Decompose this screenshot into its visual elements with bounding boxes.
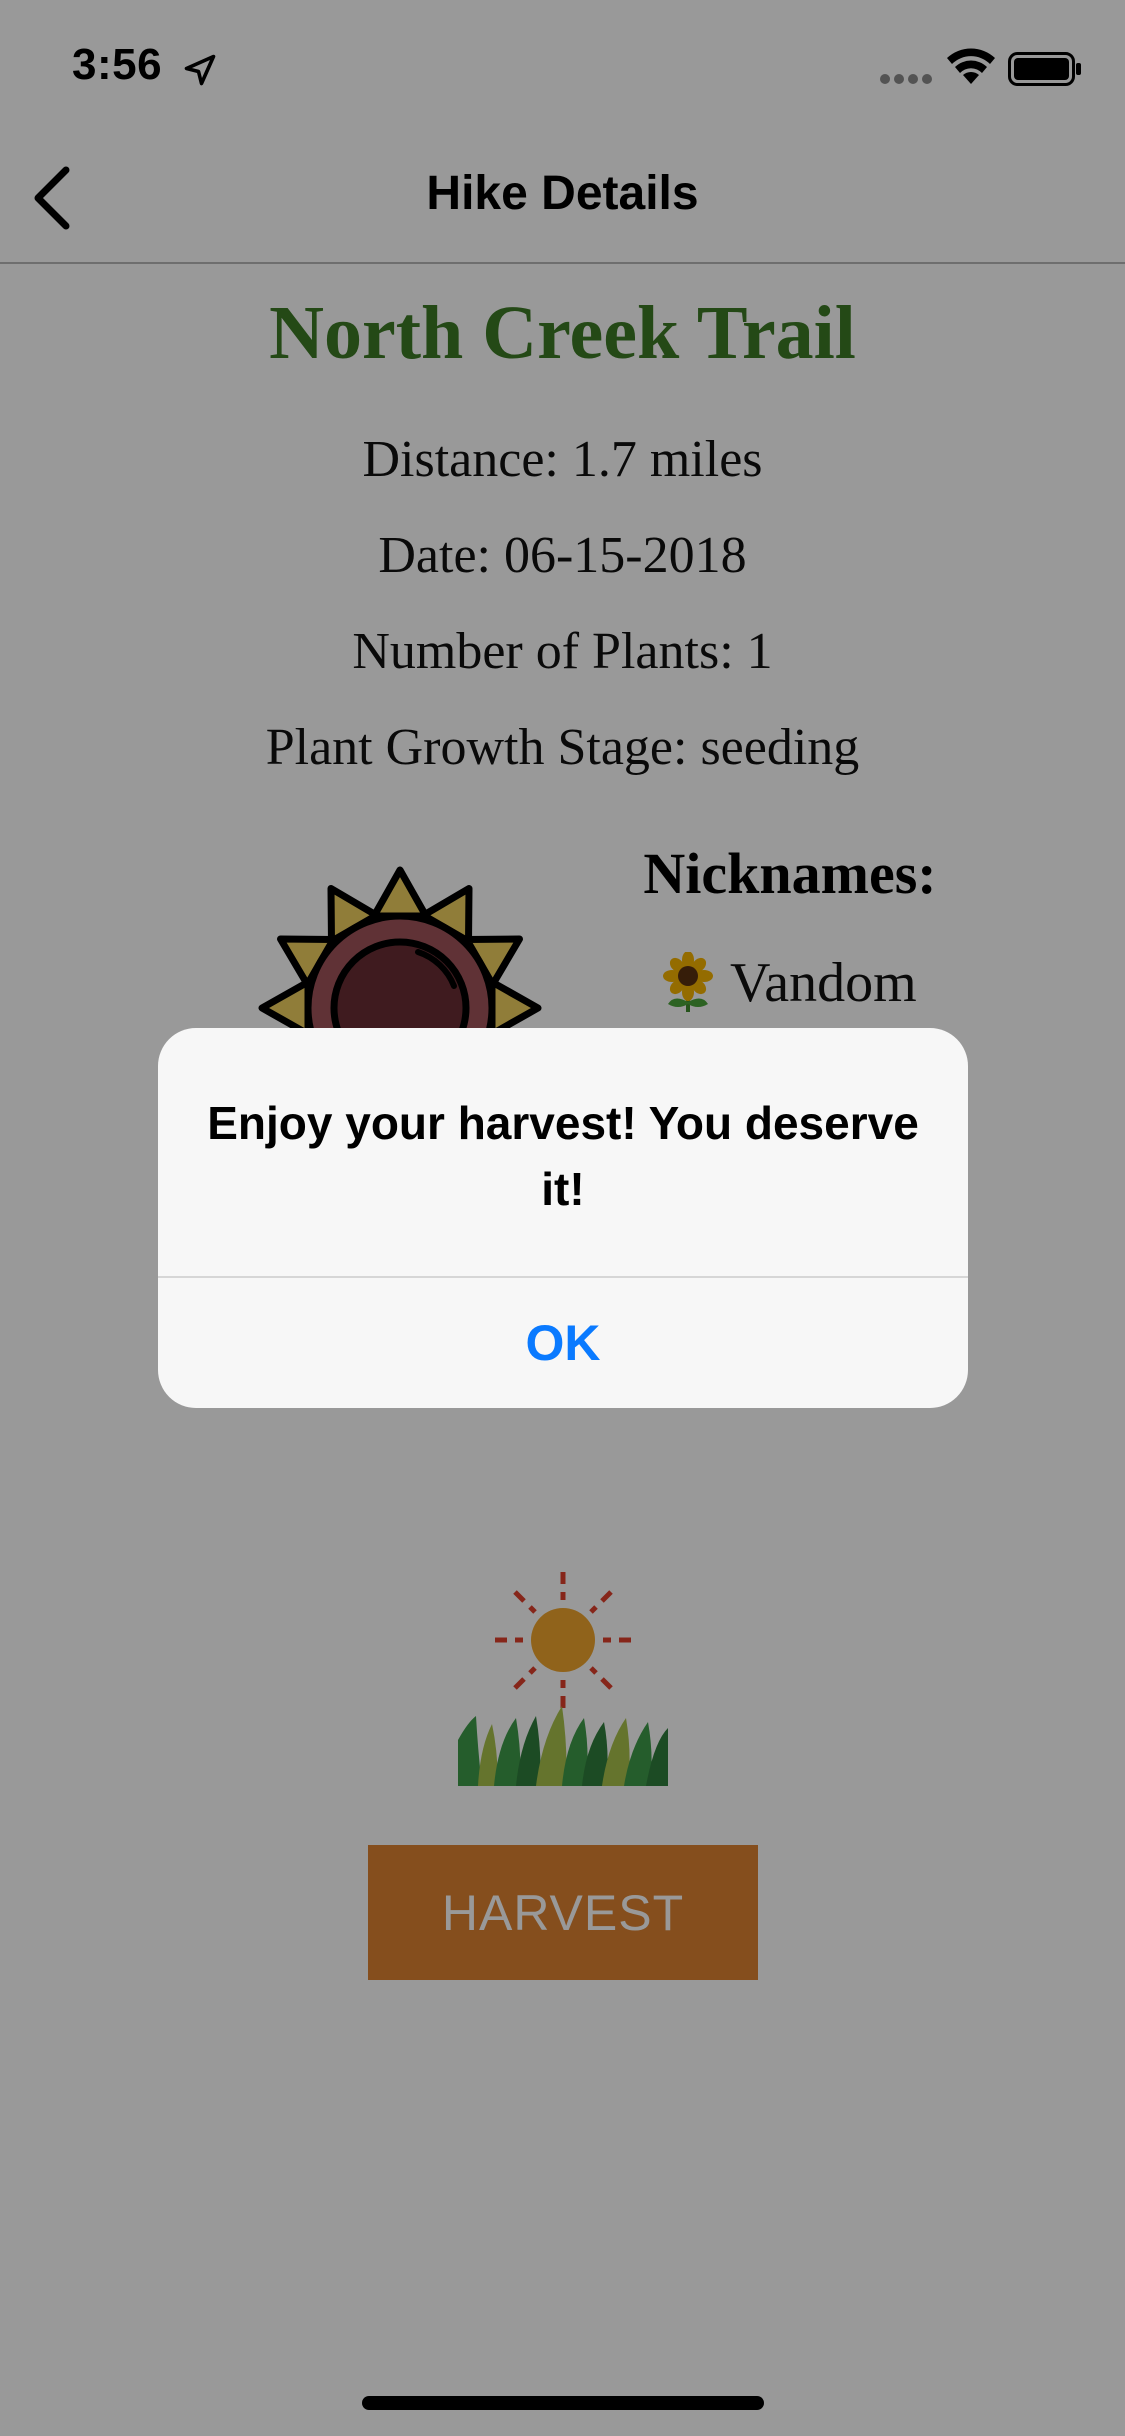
alert-ok-button[interactable]: OK <box>158 1278 968 1408</box>
alert-dialog: Enjoy your harvest! You deserve it! OK <box>158 1028 968 1408</box>
alert-message: Enjoy your harvest! You deserve it! <box>207 1097 919 1215</box>
